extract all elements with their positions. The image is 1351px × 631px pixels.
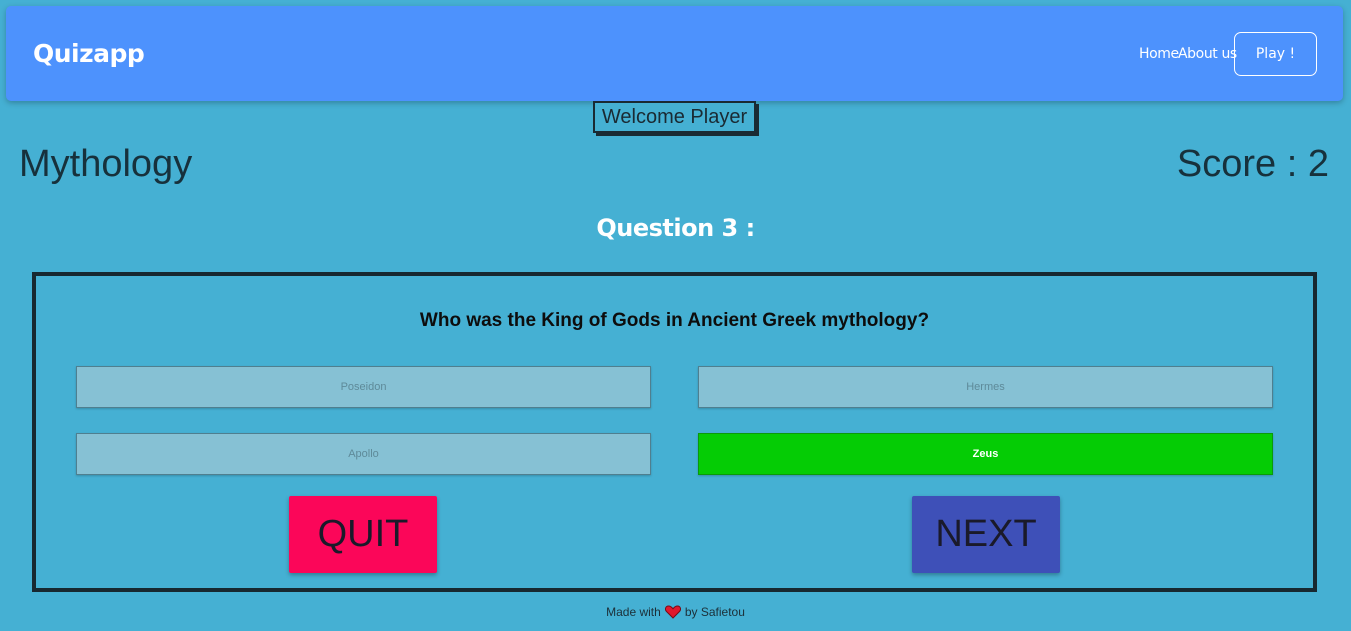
nav-link-home[interactable]: Home — [1139, 46, 1179, 62]
answer-option-1[interactable]: Poseidon — [76, 366, 651, 408]
score-display: Score : 2 — [1176, 143, 1329, 185]
quiz-card: Who was the King of Gods in Ancient Gree… — [32, 272, 1317, 592]
category-title: Mythology — [19, 143, 193, 185]
answer-option-3[interactable]: Apollo — [76, 433, 651, 475]
footer-prefix: Made with — [606, 605, 661, 619]
footer: Made with by Safietou — [0, 605, 1351, 619]
nav-link-about-us[interactable]: About us — [1178, 46, 1237, 62]
quit-button[interactable]: QUIT — [289, 496, 437, 573]
brand-logo[interactable]: Quizapp — [33, 39, 145, 68]
question-number-heading: Question 3 : — [596, 214, 755, 242]
answer-option-2[interactable]: Hermes — [698, 366, 1273, 408]
next-button[interactable]: NEXT — [912, 496, 1060, 573]
answer-option-4-correct[interactable]: Zeus — [698, 433, 1273, 475]
question-text: Who was the King of Gods in Ancient Gree… — [419, 310, 930, 331]
play-button[interactable]: Play ! — [1234, 32, 1317, 76]
heart-icon — [664, 605, 681, 619]
navbar: Quizapp Home About us Play ! — [6, 6, 1343, 101]
footer-suffix: by Safietou — [684, 605, 745, 619]
welcome-badge: Welcome Player — [593, 101, 756, 133]
